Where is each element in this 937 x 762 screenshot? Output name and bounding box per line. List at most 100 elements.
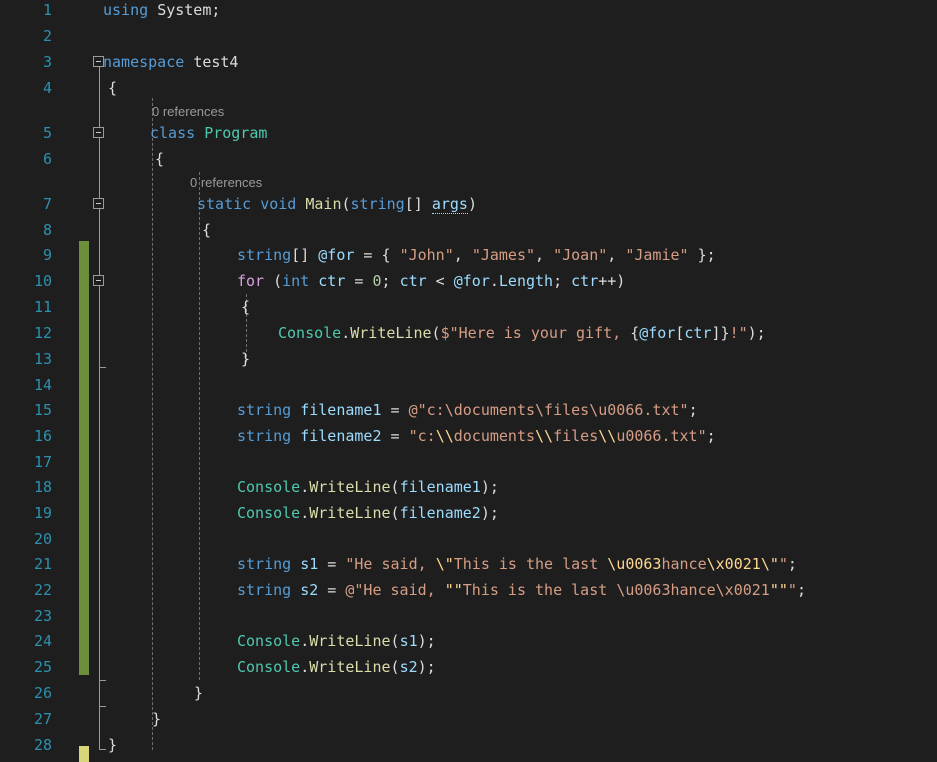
code-token: ; bbox=[553, 272, 572, 290]
code-token: ctr bbox=[571, 272, 599, 290]
code-line-16[interactable]: string filename2 = "c:\\documents\\files… bbox=[237, 423, 716, 449]
code-token: Console bbox=[278, 324, 342, 342]
code-token: System bbox=[157, 1, 212, 19]
code-line-8[interactable]: { bbox=[202, 217, 211, 243]
code-token: ; bbox=[211, 1, 221, 19]
code-token: " bbox=[787, 581, 797, 599]
code-line-25[interactable]: Console.WriteLine(s2); bbox=[237, 654, 436, 680]
code-token: ] bbox=[711, 324, 721, 342]
code-line-15[interactable]: string filename1 = @"c:\documents\files\… bbox=[237, 397, 698, 423]
code-token: ( bbox=[341, 195, 351, 213]
code-line-22[interactable]: string s2 = @"He said, ""This is the las… bbox=[237, 577, 806, 603]
code-token: WriteLine bbox=[309, 632, 391, 650]
code-line-26[interactable]: } bbox=[194, 680, 203, 706]
code-token: . bbox=[489, 272, 499, 290]
code-line-21[interactable]: string s1 = "He said, \"This is the last… bbox=[237, 551, 797, 577]
code-token: 0 bbox=[372, 272, 382, 290]
code-line-11[interactable]: { bbox=[241, 294, 250, 320]
code-token: , bbox=[453, 246, 472, 264]
code-line-7[interactable]: static void Main(string[] args) bbox=[197, 191, 477, 217]
code-token: @"c:\documents\files\u0066.txt" bbox=[408, 401, 689, 419]
code-token: ; bbox=[796, 581, 806, 599]
line-number: 4 bbox=[42, 79, 52, 97]
code-line-12[interactable]: Console.WriteLine($"Here is your gift, {… bbox=[278, 320, 766, 346]
code-token: for bbox=[237, 272, 265, 290]
code-token: { bbox=[202, 221, 212, 239]
code-token: int bbox=[282, 272, 310, 290]
code-line-9[interactable]: string[] @for = { "John", "James", "Joan… bbox=[237, 242, 716, 268]
code-token: string bbox=[237, 246, 292, 264]
fold-tick-class-end bbox=[99, 706, 106, 707]
code-token: filename2 bbox=[300, 427, 382, 445]
code-token: s1 bbox=[399, 632, 418, 650]
code-token: } bbox=[720, 324, 730, 342]
code-line-18[interactable]: Console.WriteLine(filename1); bbox=[237, 474, 499, 500]
line-number: 24 bbox=[33, 632, 52, 650]
code-line-24[interactable]: Console.WriteLine(s1); bbox=[237, 628, 436, 654]
code-token: files bbox=[553, 427, 599, 445]
code-token: = bbox=[318, 555, 346, 573]
code-token: Main bbox=[305, 195, 342, 213]
line-number: 14 bbox=[33, 376, 52, 394]
code-token: ++) bbox=[598, 272, 626, 290]
code-token: [] bbox=[291, 246, 319, 264]
line-number: 10 bbox=[33, 272, 52, 290]
code-token: ctr bbox=[318, 272, 346, 290]
code-token: "Joan" bbox=[553, 246, 608, 264]
code-line-4[interactable]: { bbox=[108, 75, 117, 101]
fold-tick-for-end bbox=[99, 367, 106, 368]
code-line-28[interactable]: } bbox=[108, 732, 117, 758]
code-token: ); bbox=[747, 324, 766, 342]
code-token: . bbox=[300, 632, 310, 650]
code-line-1[interactable]: using System; bbox=[103, 0, 220, 23]
fold-toggle-class[interactable] bbox=[93, 127, 104, 138]
code-token: = bbox=[381, 401, 409, 419]
code-token: \\ bbox=[435, 427, 454, 445]
code-line-10[interactable]: for (int ctr = 0; ctr < @for.Length; ctr… bbox=[237, 268, 625, 294]
code-token: s1 bbox=[300, 555, 319, 573]
code-token: string bbox=[237, 555, 292, 573]
code-editor[interactable]: 1 2 3 4 5 6 7 8 9 10 11 12 13 14 15 16 1… bbox=[0, 0, 937, 762]
code-token: . bbox=[300, 658, 310, 676]
code-token: = bbox=[318, 581, 346, 599]
fold-toggle-method[interactable] bbox=[93, 198, 104, 209]
code-line-6[interactable]: { bbox=[155, 146, 164, 172]
code-token: , bbox=[535, 246, 554, 264]
code-token: } bbox=[194, 684, 204, 702]
code-line-19[interactable]: Console.WriteLine(filename2); bbox=[237, 500, 499, 526]
code-line-27[interactable]: } bbox=[152, 706, 161, 732]
code-token: string bbox=[237, 427, 292, 445]
code-token: !" bbox=[729, 324, 748, 342]
fold-toggle-for[interactable] bbox=[93, 275, 104, 286]
fold-tick-method-end bbox=[99, 680, 106, 681]
code-token: Length bbox=[498, 272, 554, 290]
line-number: 23 bbox=[33, 607, 52, 625]
line-number: 13 bbox=[33, 350, 52, 368]
code-line-3[interactable]: namespace test4 bbox=[103, 49, 238, 75]
line-number: 25 bbox=[33, 658, 52, 676]
code-token: { bbox=[155, 150, 165, 168]
code-token: { bbox=[108, 79, 118, 97]
line-number: 17 bbox=[33, 453, 52, 471]
code-token: . bbox=[300, 504, 310, 522]
code-token: test4 bbox=[193, 53, 239, 71]
code-line-5[interactable]: class Program bbox=[150, 120, 267, 146]
code-token: [] bbox=[404, 195, 432, 213]
indent-guide-2 bbox=[199, 172, 200, 680]
code-token: filename1 bbox=[300, 401, 382, 419]
code-token: WriteLine bbox=[309, 478, 391, 496]
code-token: \u0063hance\x0021 bbox=[616, 581, 770, 599]
code-line-13[interactable]: } bbox=[241, 346, 250, 372]
line-number: 8 bbox=[42, 221, 52, 239]
line-number: 21 bbox=[33, 555, 52, 573]
code-token: \" bbox=[760, 555, 779, 573]
code-token: WriteLine bbox=[350, 324, 432, 342]
line-number: 26 bbox=[33, 684, 52, 702]
code-token: "" bbox=[444, 581, 463, 599]
code-token: Console bbox=[237, 504, 301, 522]
